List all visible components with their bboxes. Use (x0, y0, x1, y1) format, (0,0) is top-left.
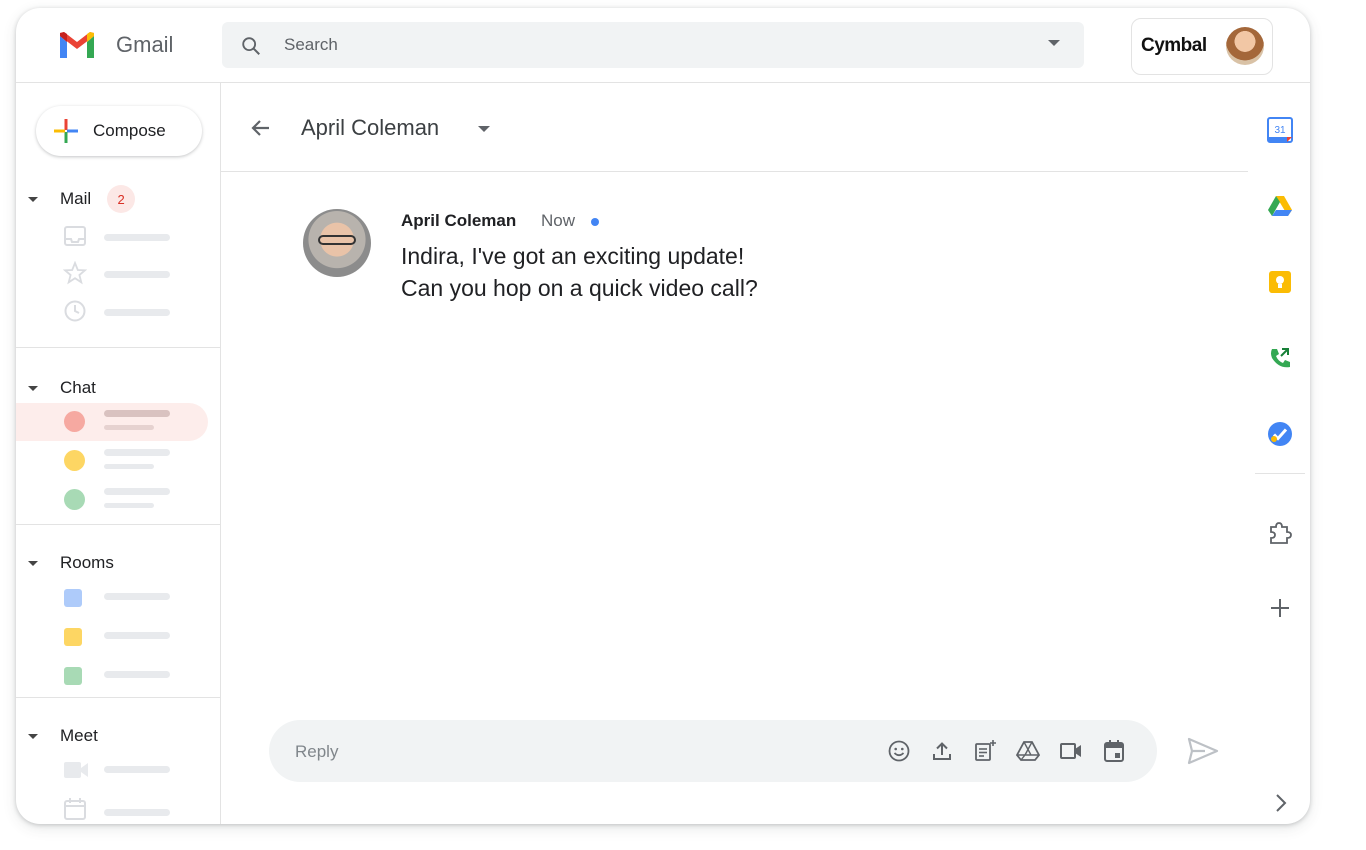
gmail-window: Gmail Search Cymbal Compose Mail 2 Chat … (16, 8, 1310, 824)
expand-panel-icon[interactable] (1267, 790, 1293, 816)
chat-avatar (64, 411, 85, 432)
video-call-icon[interactable] (1059, 739, 1083, 763)
chat-item-selected[interactable] (16, 403, 208, 441)
chat-item-placeholder[interactable] (104, 449, 170, 456)
chat-item-placeholder[interactable] (104, 464, 154, 469)
room-icon[interactable] (64, 667, 82, 685)
chat-avatar[interactable] (64, 450, 85, 471)
org-brand: Cymbal (1141, 35, 1207, 56)
emoji-icon[interactable] (887, 739, 911, 763)
conversation-header: April Coleman (221, 83, 1248, 172)
sender-avatar[interactable] (303, 209, 371, 277)
account-avatar[interactable] (1226, 27, 1264, 65)
send-icon[interactable] (1187, 737, 1219, 765)
meet-item-placeholder[interactable] (104, 766, 170, 773)
plus-icon (54, 119, 78, 143)
upload-icon[interactable] (930, 739, 954, 763)
mail-item-placeholder[interactable] (104, 234, 170, 241)
section-meet-label: Meet (60, 726, 98, 745)
message-sender: April Coleman (401, 211, 517, 230)
section-divider (16, 524, 220, 525)
section-mail-label: Mail (60, 189, 92, 208)
calendar-invite-icon[interactable] (1102, 739, 1126, 763)
section-divider (16, 347, 220, 348)
search-options-icon[interactable] (1048, 40, 1060, 46)
back-arrow-icon[interactable] (249, 116, 273, 140)
collapse-icon[interactable] (28, 733, 38, 739)
chat-item-placeholder[interactable] (104, 503, 154, 508)
search-icon[interactable] (240, 35, 262, 57)
video-icon[interactable] (63, 760, 89, 780)
chat-avatar[interactable] (64, 489, 85, 510)
inbox-icon[interactable] (63, 225, 87, 247)
section-mail[interactable]: Mail 2 (28, 185, 136, 213)
collapse-icon[interactable] (28, 560, 38, 566)
search-bar[interactable]: Search (222, 22, 1084, 68)
collapse-icon[interactable] (28, 196, 38, 202)
addons-icon[interactable] (1267, 520, 1293, 546)
google-voice-icon[interactable] (1267, 345, 1293, 371)
section-chat-label: Chat (60, 378, 96, 397)
compose-label: Compose (93, 121, 166, 140)
star-icon[interactable] (63, 261, 87, 285)
section-chat[interactable]: Chat (28, 378, 96, 398)
room-icon[interactable] (64, 628, 82, 646)
online-status-dot (591, 218, 599, 226)
drive-icon[interactable] (1016, 739, 1040, 763)
calendar-icon[interactable] (63, 797, 87, 821)
add-app-icon[interactable] (1267, 595, 1293, 621)
add-doc-icon[interactable] (973, 739, 997, 763)
section-divider (16, 697, 220, 698)
compose-button[interactable]: Compose (36, 106, 202, 156)
section-rooms[interactable]: Rooms (28, 553, 114, 573)
room-item-placeholder[interactable] (104, 632, 170, 639)
rail-divider (1255, 473, 1305, 474)
chat-item-placeholder[interactable] (104, 488, 170, 495)
conversation-title[interactable]: April Coleman (301, 115, 439, 141)
collapse-icon[interactable] (28, 385, 38, 391)
app-name: Gmail (116, 32, 174, 57)
mail-item-placeholder[interactable] (104, 309, 170, 316)
room-icon[interactable] (64, 589, 82, 607)
google-keep-icon[interactable] (1267, 269, 1293, 295)
message-text-line1: Indira, I've got an exciting update! (401, 243, 745, 269)
chat-item-placeholder (104, 425, 154, 430)
avatar-glasses (318, 235, 356, 245)
account-switcher[interactable]: Cymbal (1131, 18, 1273, 75)
room-item-placeholder[interactable] (104, 671, 170, 678)
calendar-day: 31 (1274, 125, 1286, 136)
reply-input[interactable]: Reply (295, 742, 338, 762)
message-timestamp: Now (541, 211, 576, 230)
mail-item-placeholder[interactable] (104, 271, 170, 278)
top-bar: Gmail Search Cymbal (16, 8, 1310, 83)
gmail-m-icon (60, 32, 94, 58)
chat-item-placeholder (104, 410, 170, 417)
message-text-line2: Can you hop on a quick video call? (401, 275, 758, 301)
mail-unread-badge: 2 (107, 185, 136, 213)
google-drive-icon[interactable] (1267, 193, 1293, 219)
conversation-menu-icon[interactable] (478, 126, 490, 132)
sidebar: Compose Mail 2 Chat Rooms Meet (16, 83, 221, 824)
conversation-pane: April Coleman April Coleman Now Indira, … (221, 83, 1248, 824)
room-item-placeholder[interactable] (104, 593, 170, 600)
search-input[interactable]: Search (284, 35, 338, 55)
clock-icon[interactable] (63, 299, 87, 323)
google-tasks-icon[interactable] (1267, 421, 1293, 447)
side-panel-rail: 31 (1249, 83, 1310, 824)
section-rooms-label: Rooms (60, 553, 114, 572)
google-calendar-icon[interactable]: 31 (1267, 117, 1293, 143)
gmail-logo[interactable]: Gmail (58, 30, 173, 60)
section-meet[interactable]: Meet (28, 726, 98, 746)
meet-item-placeholder[interactable] (104, 809, 170, 816)
reply-box[interactable]: Reply (269, 720, 1157, 782)
